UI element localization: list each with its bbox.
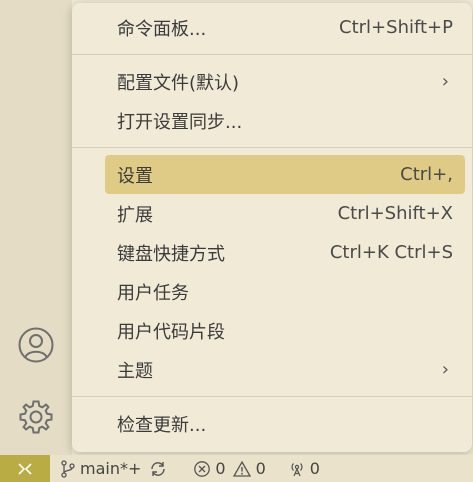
menu-item-label: 扩展: [117, 204, 153, 226]
menu-item[interactable]: 键盘快捷方式 Ctrl+K Ctrl+S: [105, 233, 465, 272]
sync-button[interactable]: [149, 460, 171, 478]
remote-icon: [18, 462, 32, 475]
menu-item[interactable]: 用户任务: [105, 272, 465, 311]
menu-item[interactable]: 打开设置同步...: [105, 101, 465, 140]
branch-indicator[interactable]: main*+: [60, 459, 141, 478]
menu-item-label: 用户任务: [117, 282, 189, 304]
menu-separator: [72, 147, 472, 148]
menu-item-label: 主题: [117, 360, 153, 382]
menu-item[interactable]: 命令面板... Ctrl+Shift+P: [105, 8, 465, 47]
sync-icon: [151, 461, 166, 476]
remote-indicator-button[interactable]: [0, 455, 50, 482]
menu-item-label: 检查更新...: [117, 414, 207, 436]
menu-separator: [72, 54, 472, 55]
manage-button[interactable]: [14, 395, 58, 439]
gear-icon: [19, 400, 53, 434]
warning-count: 0: [255, 459, 266, 478]
menu-item-label: 设置: [117, 165, 153, 187]
menu-item[interactable]: 扩展 Ctrl+Shift+X: [105, 194, 465, 233]
menu-item-label: 打开设置同步...: [117, 111, 243, 133]
menu-item-shortcut: Ctrl+,: [400, 164, 453, 185]
menu-item[interactable]: 用户代码片段: [105, 311, 465, 350]
menu-item[interactable]: 主题 ›: [105, 350, 465, 389]
warning-icon: [232, 460, 251, 477]
menu-item-label: 用户代码片段: [117, 321, 225, 343]
menu-item-label: 命令面板...: [117, 18, 207, 40]
account-icon: [18, 327, 54, 363]
menu-item-shortcut: Ctrl+K Ctrl+S: [329, 242, 453, 263]
activity-bar: [0, 0, 72, 455]
error-count: 0: [215, 459, 226, 478]
menu-item[interactable]: 配置文件(默认) ›: [105, 62, 465, 101]
menu-item-label: 配置文件(默认): [117, 72, 240, 94]
manage-context-menu: 命令面板... Ctrl+Shift+P 配置文件(默认) › 打开设置同步... 设置 C…: [72, 3, 472, 452]
chevron-right-icon: ›: [441, 359, 449, 380]
menu-item-label: 键盘快捷方式: [117, 243, 225, 265]
menu-item[interactable]: 检查更新...: [105, 404, 465, 443]
branch-name: main*+: [80, 459, 142, 478]
accounts-button[interactable]: [14, 323, 58, 367]
menu-item[interactable]: 设置 Ctrl+,: [105, 155, 465, 194]
broadcast-icon: [291, 462, 303, 476]
ports-count: 0: [309, 459, 320, 478]
menu-item-shortcut: Ctrl+Shift+X: [337, 203, 453, 224]
chevron-right-icon: ›: [441, 71, 449, 92]
git-branch-icon: [61, 459, 75, 478]
problems-indicator[interactable]: 0 0: [193, 459, 266, 478]
ports-indicator[interactable]: 0: [288, 459, 320, 478]
menu-item-shortcut: Ctrl+Shift+P: [339, 17, 453, 38]
error-icon: [194, 460, 211, 477]
status-bar: main*+ 0 0 0: [0, 455, 473, 482]
menu-separator: [72, 396, 472, 397]
